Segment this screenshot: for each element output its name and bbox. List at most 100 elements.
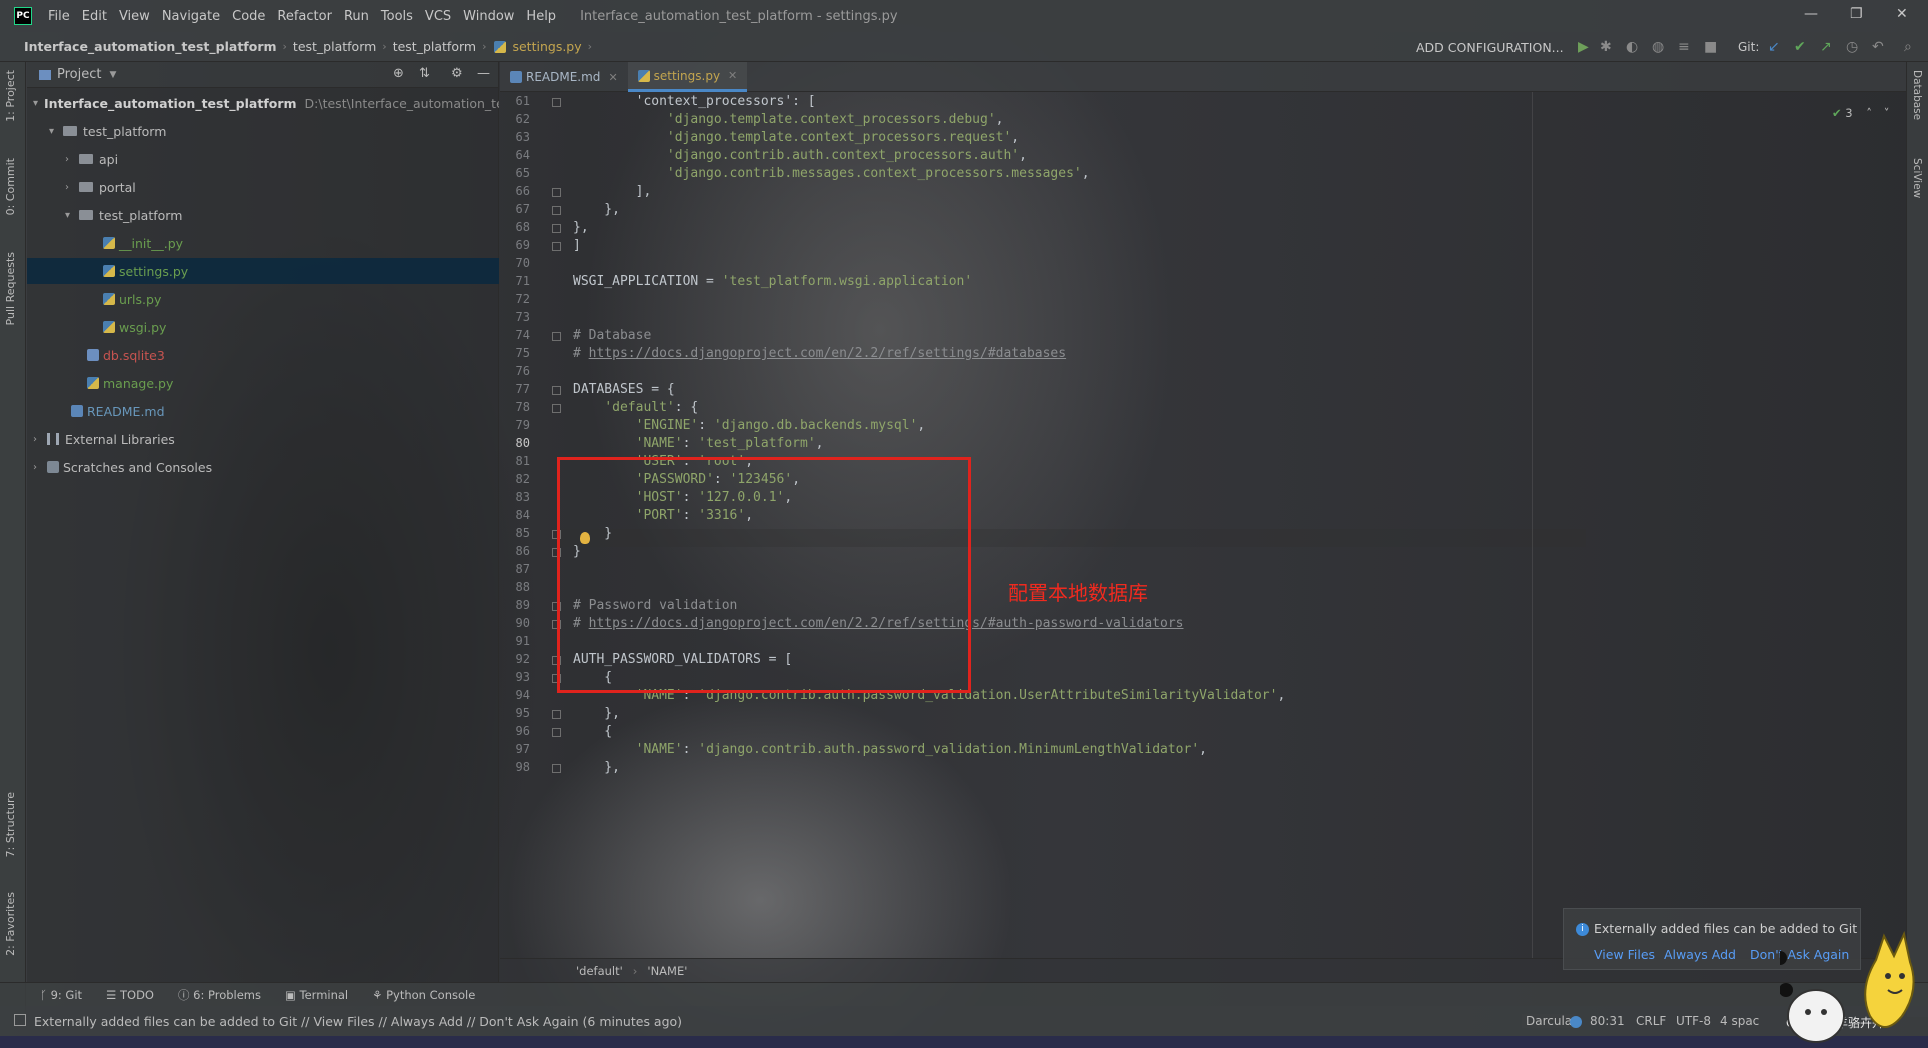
status-message[interactable]: Externally added files can be added to G… <box>34 1014 682 1029</box>
close-icon[interactable]: ✕ <box>728 69 737 82</box>
rollback-icon[interactable]: ↶ <box>1872 39 1884 55</box>
database-tool-tab[interactable]: Database <box>1911 70 1923 120</box>
concurrency-icon[interactable]: ≡ <box>1678 39 1690 55</box>
menu-file[interactable]: File <box>42 9 76 24</box>
status-toggle-icon[interactable] <box>14 1014 26 1026</box>
tree-item-init[interactable]: __init__.py <box>27 230 499 256</box>
fold-marker-icon[interactable] <box>552 98 561 107</box>
menu-vcs[interactable]: VCS <box>419 9 457 24</box>
chevron-down-icon[interactable]: ▾ <box>49 126 63 137</box>
line-separator[interactable]: CRLF <box>1636 1014 1666 1028</box>
chevron-down-icon[interactable]: ▼ <box>109 70 116 80</box>
breadcrumb-project[interactable]: Interface_automation_test_platform <box>24 39 277 54</box>
git-commit-icon[interactable]: ✔ <box>1794 39 1806 55</box>
fold-marker-icon[interactable] <box>552 710 561 719</box>
chevron-down-icon[interactable]: ˅ <box>1884 106 1890 120</box>
theme-indicator[interactable]: Darcula <box>1522 1014 1577 1028</box>
tree-item-manage[interactable]: manage.py <box>27 370 499 396</box>
coverage-icon[interactable]: ◐ <box>1626 39 1638 55</box>
structure-tool-tab[interactable]: 7: Structure <box>4 792 17 857</box>
menu-run[interactable]: Run <box>338 9 375 24</box>
restore-icon[interactable]: ❐ <box>1850 6 1863 22</box>
menu-view[interactable]: View <box>113 9 156 24</box>
lightbulb-icon[interactable] <box>580 532 590 544</box>
breadcrumb-folder[interactable]: test_platform <box>293 39 376 54</box>
fold-marker-icon[interactable] <box>552 404 561 413</box>
search-icon[interactable]: ⌕ <box>1904 39 1912 55</box>
fold-marker-icon[interactable] <box>552 188 561 197</box>
git-tool-tab[interactable]: ᚴ 9: Git <box>40 988 82 1002</box>
always-add-link[interactable]: Always Add <box>1664 947 1736 962</box>
project-view-selector[interactable]: Project <box>57 67 101 82</box>
tree-item-urls[interactable]: urls.py <box>27 286 499 312</box>
minimize-icon[interactable]: — <box>1804 6 1818 22</box>
tree-item-test-platform-inner[interactable]: ▾ test_platform <box>27 202 499 228</box>
caret-position[interactable]: 80:31 <box>1590 1014 1625 1028</box>
fold-marker-icon[interactable] <box>552 224 561 233</box>
fold-marker-icon[interactable] <box>552 764 561 773</box>
run-icon[interactable]: ▶ <box>1578 39 1589 55</box>
close-icon[interactable]: ✕ <box>608 71 617 84</box>
debug-icon[interactable]: ✱ <box>1600 39 1612 55</box>
inspection-widget[interactable]: ✔ 3 ˄ ˅ <box>1832 106 1889 120</box>
tree-item-portal[interactable]: › portal <box>27 174 499 200</box>
menu-tools[interactable]: Tools <box>375 9 419 24</box>
menu-refactor[interactable]: Refactor <box>271 9 338 24</box>
commit-tool-tab[interactable]: 0: Commit <box>4 158 17 215</box>
fold-marker-icon[interactable] <box>552 206 561 215</box>
git-update-icon[interactable]: ↙ <box>1768 39 1780 55</box>
tree-item-external-libraries[interactable]: › External Libraries <box>27 426 499 452</box>
favorites-tool-tab[interactable]: 2: Favorites <box>4 892 17 956</box>
git-push-icon[interactable]: ↗ <box>1820 39 1832 55</box>
tree-root[interactable]: ▾ Interface_automation_test_platform D:\… <box>27 90 499 116</box>
add-configuration-button[interactable]: ADD CONFIGURATION... <box>1416 40 1564 55</box>
locate-icon[interactable]: ⊕ <box>393 66 404 81</box>
gear-icon[interactable]: ⚙ <box>451 66 463 81</box>
chevron-down-icon[interactable]: ▾ <box>33 98 38 109</box>
todo-tool-tab[interactable]: ☰ TODO <box>106 988 154 1002</box>
view-files-link[interactable]: View Files <box>1594 947 1655 962</box>
collapse-all-icon[interactable]: ⇅ <box>419 66 430 81</box>
fold-marker-icon[interactable] <box>552 386 561 395</box>
breadcrumb-name[interactable]: 'NAME' <box>647 964 687 978</box>
tab-settings[interactable]: settings.py ✕ <box>627 62 748 92</box>
terminal-tool-tab[interactable]: ▣ Terminal <box>285 988 348 1002</box>
fold-marker-icon[interactable] <box>552 332 561 341</box>
sciview-tool-tab[interactable]: SciView <box>1911 158 1923 198</box>
tree-item-wsgi[interactable]: wsgi.py <box>27 314 499 340</box>
chevron-down-icon[interactable]: ▾ <box>65 210 79 221</box>
python-console-tool-tab[interactable]: ⚘ Python Console <box>372 988 475 1002</box>
problems-tool-tab[interactable]: ⓘ 6: Problems <box>178 987 261 1003</box>
menu-code[interactable]: Code <box>226 9 271 24</box>
tree-item-test-platform[interactable]: ▾ test_platform <box>27 118 499 144</box>
breadcrumb-default[interactable]: 'default' <box>576 964 623 978</box>
chevron-up-icon[interactable]: ˄ <box>1866 106 1872 120</box>
menu-help[interactable]: Help <box>520 9 562 24</box>
tree-item-readme[interactable]: README.md <box>27 398 499 424</box>
profile-icon[interactable]: ◍ <box>1652 39 1664 55</box>
chevron-right-icon[interactable]: › <box>33 462 47 473</box>
breadcrumb-file[interactable]: settings.py <box>512 39 581 54</box>
pull-requests-tool-tab[interactable]: Pull Requests <box>4 252 17 325</box>
menu-edit[interactable]: Edit <box>76 9 113 24</box>
breadcrumb-subfolder[interactable]: test_platform <box>393 39 476 54</box>
tree-item-scratches[interactable]: › Scratches and Consoles <box>27 454 499 480</box>
fold-marker-icon[interactable] <box>552 728 561 737</box>
chevron-right-icon[interactable]: › <box>33 434 47 445</box>
tree-item-db[interactable]: db.sqlite3 <box>27 342 499 368</box>
theme-toggle-icon[interactable] <box>1570 1016 1582 1028</box>
stop-icon[interactable]: ■ <box>1704 39 1717 55</box>
tree-item-settings[interactable]: settings.py <box>27 258 499 284</box>
fold-marker-icon[interactable] <box>552 242 561 251</box>
chevron-right-icon[interactable]: › <box>65 154 79 165</box>
chevron-right-icon[interactable]: › <box>65 182 79 193</box>
project-tool-tab[interactable]: 1: Project <box>4 70 17 122</box>
menu-navigate[interactable]: Navigate <box>156 9 226 24</box>
file-encoding[interactable]: UTF-8 <box>1676 1014 1711 1028</box>
indent-setting[interactable]: 4 spac <box>1720 1014 1759 1028</box>
tab-readme[interactable]: README.md ✕ <box>500 62 628 92</box>
tree-item-api[interactable]: › api <box>27 146 499 172</box>
menu-window[interactable]: Window <box>457 9 520 24</box>
history-icon[interactable]: ◷ <box>1846 39 1858 55</box>
close-window-icon[interactable]: ✕ <box>1896 6 1908 22</box>
